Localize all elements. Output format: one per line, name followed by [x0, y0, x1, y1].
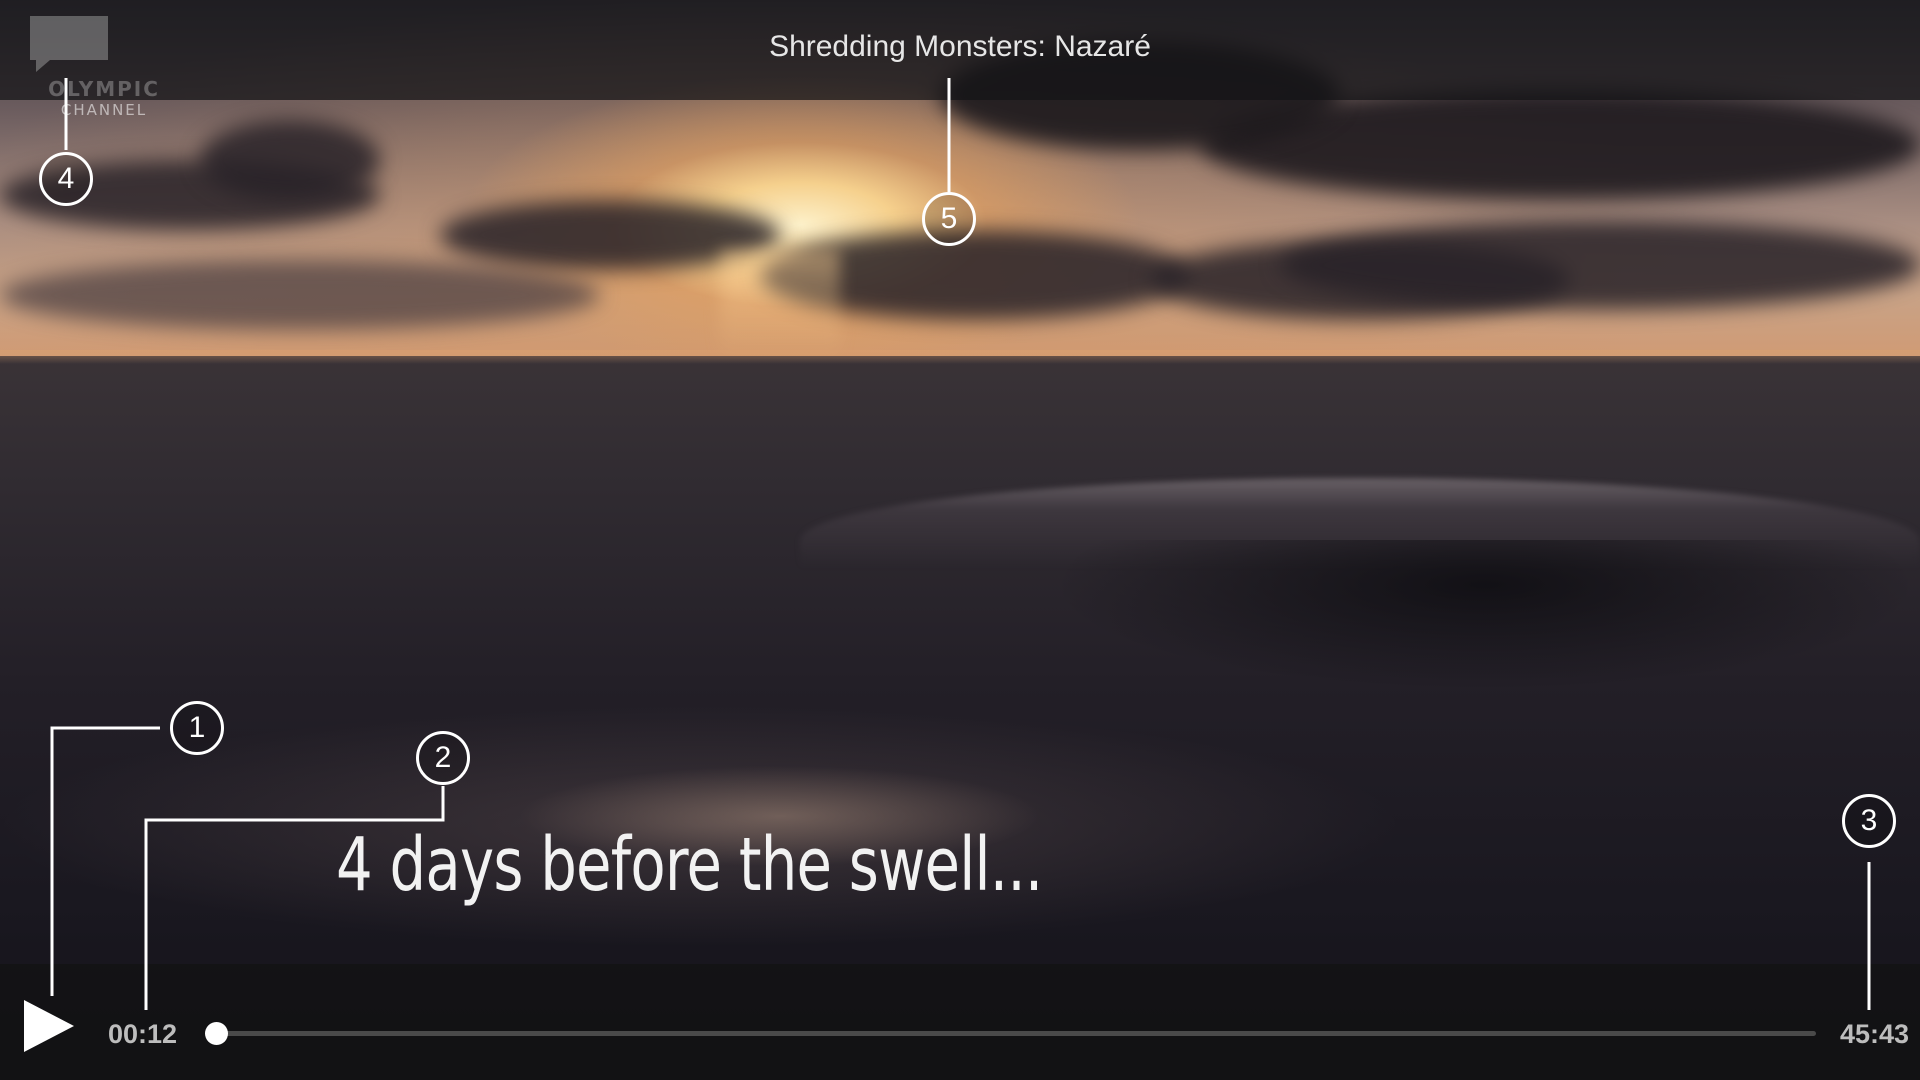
annotation-marker-3: 3: [1842, 794, 1896, 848]
watermark-line-2: CHANNEL: [60, 101, 148, 119]
cloud: [0, 260, 600, 330]
play-button[interactable]: [20, 998, 78, 1054]
control-bar: [0, 964, 1920, 1080]
annotation-marker-1: 1: [170, 701, 224, 755]
channel-watermark: OLYMPIC CHANNEL: [34, 78, 174, 120]
video-caption: 4 days before the swell...: [336, 822, 1043, 908]
annotation-marker-5: 5: [922, 192, 976, 246]
annotation-marker-2: 2: [416, 731, 470, 785]
total-duration: 45:43: [1840, 1019, 1910, 1049]
wave-shadow: [1050, 540, 1920, 690]
cloud: [200, 120, 380, 200]
horizon: [0, 350, 1920, 364]
video-player[interactable]: OLYMPIC CHANNEL Shredding Monsters: Naza…: [0, 0, 1920, 1080]
video-frame[interactable]: [0, 0, 1920, 1080]
video-title: Shredding Monsters: Nazaré: [769, 30, 1151, 63]
sun-rays: [720, 250, 840, 360]
play-icon: [24, 1000, 74, 1052]
cloud: [1280, 220, 1920, 310]
current-time: 00:12: [108, 1019, 178, 1049]
annotation-marker-4: 4: [39, 152, 93, 206]
seek-bar[interactable]: [210, 1031, 1816, 1036]
watermark-line-1: OLYMPIC: [48, 77, 160, 101]
